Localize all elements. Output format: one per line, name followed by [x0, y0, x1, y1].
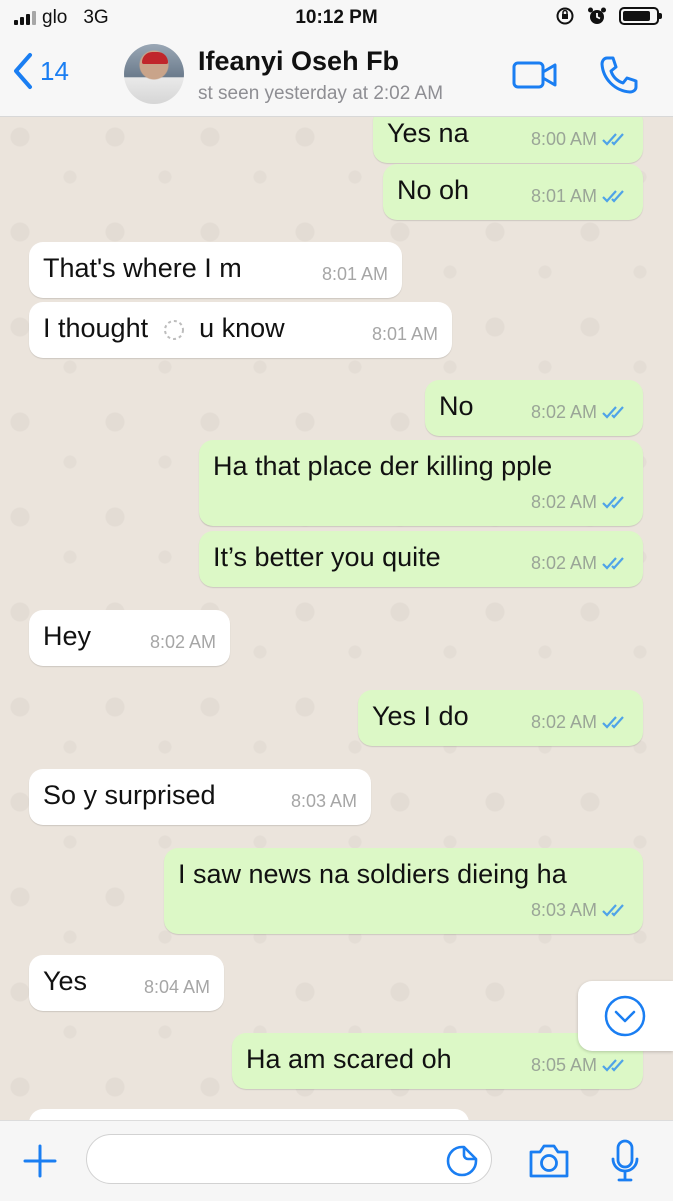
- message-meta: 8:02 AM: [531, 547, 629, 579]
- voice-call-button[interactable]: [598, 54, 640, 101]
- chevron-left-icon: [14, 53, 32, 89]
- message-meta: 8:01 AM: [531, 180, 629, 212]
- battery-icon: [619, 7, 662, 25]
- message-text: I thought u know: [43, 312, 285, 344]
- back-button[interactable]: 14: [12, 52, 69, 90]
- message-input[interactable]: [86, 1134, 492, 1184]
- double-check-icon: [602, 1059, 624, 1072]
- video-call-button[interactable]: [512, 60, 558, 95]
- orientation-lock-icon: [556, 7, 574, 25]
- message-bubble-incoming[interactable]: So y surprised 8:03 AM: [29, 769, 371, 825]
- message-meta: 8:00 AM: [531, 123, 629, 155]
- message-text: That's where I m: [43, 253, 242, 283]
- chat-header: 14 Ifeanyi Oseh Fb st seen yesterday at …: [0, 36, 673, 117]
- message-meta: 8:02 AM: [531, 396, 629, 428]
- message-text-part: I thought: [43, 313, 149, 343]
- double-check-icon: [602, 904, 624, 917]
- loading-spinner-icon: [163, 319, 184, 340]
- double-check-icon: [602, 716, 624, 729]
- scroll-to-bottom-button[interactable]: [578, 981, 673, 1051]
- message-text: So y surprised: [43, 780, 216, 810]
- message-meta: 8:04 AM: [144, 971, 210, 1003]
- message-bubble-outgoing[interactable]: Yes na 8:00 AM: [373, 117, 643, 163]
- alarm-icon: [588, 7, 606, 24]
- message-time: 8:01 AM: [530, 186, 597, 206]
- message-meta: 8:03 AM: [291, 785, 357, 817]
- video-camera-icon: [512, 61, 557, 89]
- message-text: Yes I do: [372, 701, 469, 731]
- double-check-icon: [602, 406, 624, 419]
- message-text: It’s better you quite: [213, 542, 441, 572]
- message-meta: 8:05 AM: [531, 1049, 629, 1081]
- message-meta: 8:03 AM: [531, 894, 629, 926]
- message-time: 8:03 AM: [290, 791, 357, 811]
- message-bubble-incoming[interactable]: That's where I m 8:01 AM: [29, 242, 402, 298]
- contact-name[interactable]: Ifeanyi Oseh Fb: [198, 46, 399, 77]
- message-bubble-incoming[interactable]: I thought u know 8:01 AM: [29, 302, 452, 358]
- message-bubble-outgoing[interactable]: Ha that place der killing pple 8:02 AM: [199, 440, 643, 526]
- double-check-icon: [602, 496, 624, 509]
- message-time: 8:02 AM: [530, 553, 597, 573]
- message-bubble-outgoing[interactable]: I saw news na soldiers dieing ha 8:03 AM: [164, 848, 643, 934]
- message-text-part: u know: [199, 313, 285, 343]
- message-time: 8:02 AM: [530, 712, 597, 732]
- phone-icon: [600, 56, 638, 94]
- chevron-down-circle-icon: [604, 995, 646, 1037]
- message-meta: 8:01 AM: [372, 318, 438, 350]
- message-text: Yes: [43, 966, 88, 996]
- plus-icon: [23, 1144, 57, 1178]
- status-right: [555, 6, 662, 26]
- message-text: I saw news na soldiers dieing ha: [178, 859, 567, 889]
- double-check-icon: [602, 133, 624, 146]
- message-input-bar: [0, 1120, 673, 1201]
- microphone-icon: [611, 1139, 639, 1182]
- message-text: Ha that place der killing pple: [213, 451, 553, 481]
- message-text: Hey: [43, 621, 92, 651]
- attach-button[interactable]: [22, 1143, 58, 1184]
- message-meta: 8:01 AM: [322, 258, 388, 290]
- battery-level: [623, 11, 651, 21]
- message-meta: 8:02 AM: [531, 706, 629, 738]
- message-text: Yes na: [387, 118, 469, 148]
- message-time: 8:04 AM: [143, 977, 210, 997]
- status-bar: glo 3G 10:12 PM: [0, 0, 673, 36]
- chat-messages[interactable]: Yes na 8:00 AM No oh 8:01 AM That's wher…: [0, 117, 673, 1120]
- message-time: 8:01 AM: [321, 264, 388, 284]
- message-time: 8:00 AM: [530, 129, 597, 149]
- message-text: Ha am scared oh: [246, 1044, 452, 1074]
- message-text: No oh: [397, 175, 470, 205]
- last-seen-status: st seen yesterday at 2:02 AM: [198, 83, 444, 104]
- sticker-button[interactable]: [446, 1145, 478, 1182]
- camera-icon: [529, 1144, 569, 1178]
- message-time: 8:02 AM: [530, 492, 597, 512]
- double-check-icon: [602, 190, 624, 203]
- avatar[interactable]: [124, 44, 184, 104]
- message-bubble-outgoing[interactable]: No 8:02 AM: [425, 380, 643, 436]
- message-bubble-partial: [29, 1109, 469, 1120]
- message-meta: 8:02 AM: [531, 486, 629, 518]
- message-time: 8:05 AM: [530, 1055, 597, 1075]
- message-text: No: [439, 391, 474, 421]
- message-bubble-incoming[interactable]: Yes 8:04 AM: [29, 955, 224, 1011]
- message-bubble-outgoing[interactable]: No oh 8:01 AM: [383, 164, 643, 220]
- message-time: 8:03 AM: [530, 900, 597, 920]
- double-check-icon: [602, 557, 624, 570]
- message-meta: 8:02 AM: [150, 626, 216, 658]
- microphone-button[interactable]: [610, 1139, 640, 1188]
- message-bubble-outgoing[interactable]: It’s better you quite 8:02 AM: [199, 531, 643, 587]
- message-bubble-incoming[interactable]: Hey 8:02 AM: [29, 610, 230, 666]
- sticker-icon: [446, 1145, 478, 1177]
- message-time: 8:02 AM: [149, 632, 216, 652]
- message-time: 8:02 AM: [530, 402, 597, 422]
- message-time: 8:01 AM: [371, 324, 438, 344]
- unread-chats-count: 14: [40, 55, 69, 86]
- message-bubble-outgoing[interactable]: Yes I do 8:02 AM: [358, 690, 643, 746]
- avatar-cap: [142, 52, 168, 64]
- camera-button[interactable]: [527, 1143, 571, 1184]
